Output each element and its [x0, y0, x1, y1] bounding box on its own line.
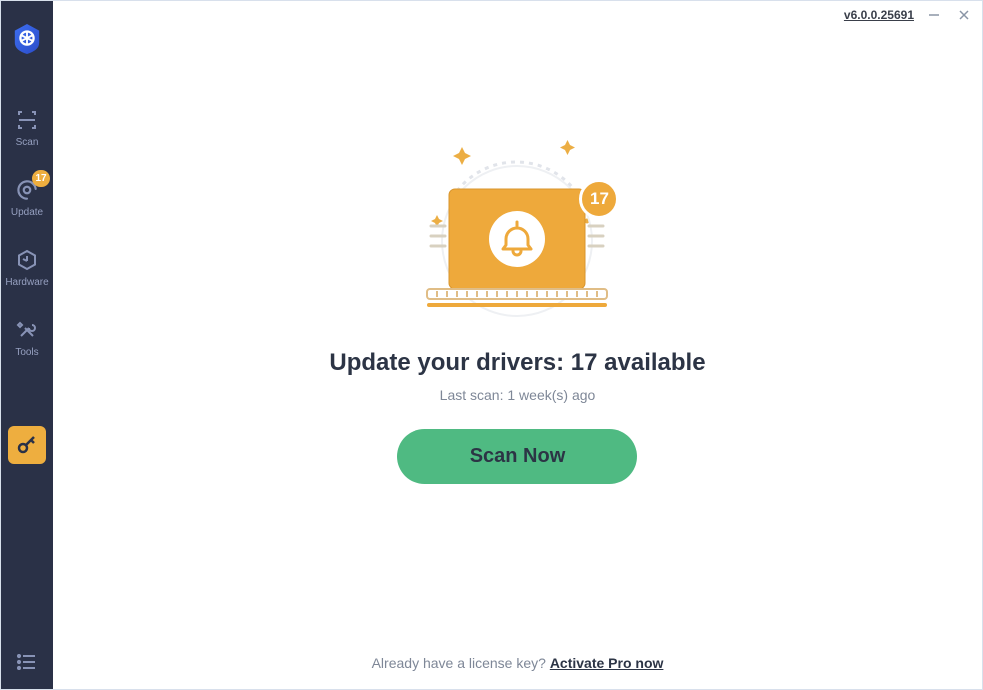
shield-logo-icon — [12, 22, 42, 56]
scan-icon — [15, 108, 39, 132]
main-panel: v6.0.0.25691 — [53, 1, 982, 689]
minimize-icon — [928, 9, 940, 21]
laptop-bell-illustration-icon — [387, 131, 647, 321]
scan-now-button[interactable]: Scan Now — [397, 429, 637, 484]
nav-hardware-label: Hardware — [5, 277, 48, 288]
update-badge: 17 — [32, 170, 50, 187]
activate-pro-link[interactable]: Activate Pro now — [550, 655, 664, 671]
nav-license-key[interactable] — [8, 426, 46, 464]
hero: 17 Update your drivers: 17 available Las… — [329, 131, 705, 484]
titlebar: v6.0.0.25691 — [836, 1, 982, 29]
key-icon — [15, 433, 39, 457]
app-window: Scan 17 Update — [0, 0, 983, 690]
nav-update[interactable]: 17 Update — [1, 176, 53, 218]
sidebar: Scan 17 Update — [1, 1, 53, 689]
menu-icon — [17, 654, 37, 670]
nav-tools[interactable]: Tools — [1, 316, 53, 358]
nav-tools-label: Tools — [15, 347, 38, 358]
hero-subtext: Last scan: 1 week(s) ago — [440, 387, 596, 403]
hero-heading: Update your drivers: 17 available — [329, 349, 705, 377]
close-icon — [958, 9, 970, 21]
tools-icon — [15, 318, 39, 342]
hardware-icon — [15, 248, 39, 272]
nav-scan[interactable]: Scan — [1, 106, 53, 148]
footer: Already have a license key? Activate Pro… — [53, 655, 982, 671]
footer-prompt: Already have a license key? — [372, 655, 550, 671]
minimize-button[interactable] — [924, 5, 944, 25]
menu-button[interactable] — [1, 634, 53, 689]
close-button[interactable] — [954, 5, 974, 25]
app-logo — [1, 1, 53, 76]
version-label[interactable]: v6.0.0.25691 — [844, 8, 914, 22]
nav: Scan 17 Update — [1, 106, 53, 464]
nav-scan-label: Scan — [16, 137, 39, 148]
nav-update-label: Update — [11, 207, 43, 218]
nav-hardware[interactable]: Hardware — [1, 246, 53, 288]
hero-illustration: 17 — [387, 131, 647, 321]
